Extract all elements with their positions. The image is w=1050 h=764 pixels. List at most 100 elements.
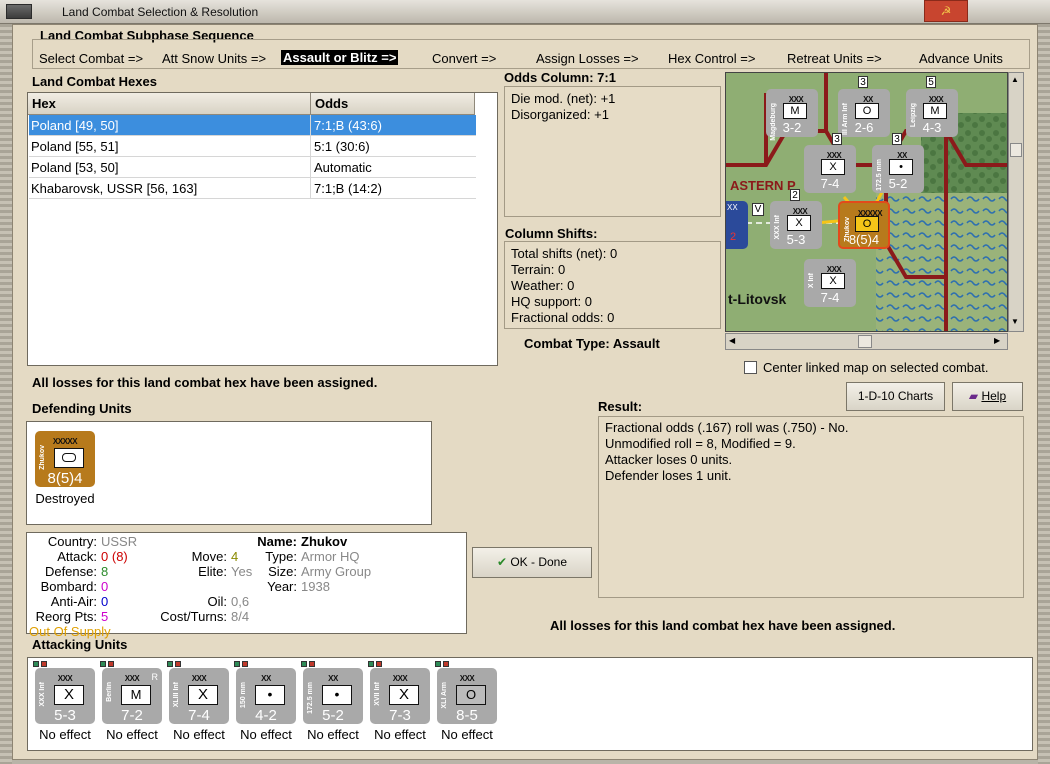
disorganized-text: Disorganized: +1 <box>511 107 609 122</box>
status-indicator <box>435 661 441 667</box>
attacking-unit-counter[interactable]: XX 172.5 mm • 5-2 <box>301 661 363 724</box>
scroll-thumb[interactable] <box>858 335 872 348</box>
status-indicator <box>41 661 47 667</box>
odds-cell: 7:1;B (43:6) <box>314 118 382 133</box>
defense-value: 8 <box>101 564 109 579</box>
unit-symbol: O <box>456 685 486 705</box>
unit-symbol: X <box>54 685 84 705</box>
unit-strength: 2-6 <box>854 120 874 135</box>
linked-map[interactable]: ASTERN P O t-Litovsk XXX Magdeburg M 3-2… <box>725 72 1008 332</box>
unit-strength: 7-4 <box>820 290 840 305</box>
step-select-combat: Select Combat => <box>39 51 144 66</box>
status-indicator <box>309 661 315 667</box>
map-unit-counter[interactable]: XX 172.5 mm • 5-2 <box>872 145 924 193</box>
ok-done-button[interactable]: ✔ OK - Done <box>472 547 592 578</box>
size-key: Size: <box>268 564 297 579</box>
charts-button[interactable]: 1-D-10 Charts <box>846 382 945 411</box>
column-shifts-label: Column Shifts: <box>505 226 598 241</box>
map-unit-counter-selected[interactable]: XXXXX Zhukov O 8(5)4 <box>838 201 890 249</box>
status-indicator <box>108 661 114 667</box>
losses-assigned-message-bottom: All losses for this land combat hex have… <box>550 618 896 633</box>
close-button[interactable]: ☭ <box>924 0 968 22</box>
status-indicator <box>234 661 240 667</box>
status-indicator <box>33 661 39 667</box>
explosion-icon: O <box>855 216 879 232</box>
attacking-unit-counter[interactable]: XXX Berlin R M 7-2 <box>100 661 162 724</box>
step-hex-control: Hex Control => <box>668 51 756 66</box>
map-unit-counter[interactable]: XX III Arm Inf O 2-6 <box>838 89 890 137</box>
attacking-unit-counter[interactable]: XXX XXX Inf X 5-3 <box>33 661 95 724</box>
unit-symbol: X <box>188 685 218 705</box>
step-advance-units: Advance Units <box>919 51 1003 66</box>
scroll-up-icon[interactable]: ▲ <box>1011 75 1019 84</box>
attacking-unit-counter[interactable]: XXX XLIII Inf X 7-4 <box>167 661 229 724</box>
scroll-thumb[interactable] <box>1010 143 1022 157</box>
odds-cell: 5:1 (30:6) <box>314 139 370 154</box>
total-shifts-text: Total shifts (net): 0 <box>511 246 618 261</box>
unit-echelon: XX <box>727 203 738 212</box>
map-unit-counter-edge[interactable]: XX 2 <box>726 201 748 249</box>
defending-unit-counter[interactable]: XXXXX Zhukov 8(5)4 <box>35 431 95 487</box>
unit-name: XLIII Inf <box>173 682 180 708</box>
unit-name: Zhukov <box>39 445 46 470</box>
unit-symbol: X <box>787 215 811 231</box>
country-key: Country: <box>47 534 97 549</box>
ok-done-label: OK - Done <box>510 555 568 569</box>
map-unit-counter[interactable]: XXX Magdeburg M 3-2 <box>766 89 818 141</box>
elite-key: Elite: <box>198 564 227 579</box>
map-unit-counter[interactable]: XXX X 7-4 <box>804 145 856 193</box>
map-horizontal-scrollbar[interactable]: ◀ ▶ <box>725 333 1008 350</box>
oil-key: Oil: <box>207 594 228 609</box>
unit-symbol: O <box>855 103 879 119</box>
hex-table: Hex Odds Poland [49, 50] 7:1;B (43:6) Po… <box>27 92 498 366</box>
result-line: Unmodified roll = 8, Modified = 9. <box>605 436 796 451</box>
attacking-unit-counter[interactable]: XXX XLI Arm O 8-5 <box>435 661 497 724</box>
attacking-unit-counter[interactable]: XX 150 mm • 4-2 <box>234 661 296 724</box>
step-att-snow-units: Att Snow Units => <box>162 51 267 66</box>
scroll-left-icon[interactable]: ◀ <box>729 336 735 345</box>
hammer-sickle-icon: ☭ <box>940 4 952 18</box>
unit-tag: R <box>151 672 159 682</box>
attack-value: 0 (8) <box>101 549 128 564</box>
window-frame-left <box>0 24 12 764</box>
window-title: Land Combat Selection & Resolution <box>62 5 259 19</box>
window-menu-icon[interactable] <box>6 4 32 19</box>
hq-symbol-icon <box>54 448 84 468</box>
map-unit-counter[interactable]: XXX X Inf X 7-4 <box>804 259 856 307</box>
result-box: Fractional odds (.167) roll was (.750) -… <box>598 416 1024 598</box>
unit-name: XLI Arm <box>441 682 448 709</box>
column-header-odds[interactable]: Odds <box>311 93 475 115</box>
size-value: Army Group <box>301 564 372 579</box>
defense-key: Defense: <box>44 564 97 579</box>
table-row[interactable]: Poland [55, 51] 5:1 (30:6) <box>29 136 476 157</box>
center-map-checkbox[interactable] <box>744 361 757 374</box>
table-row[interactable]: Khabarovsk, USSR [56, 163] 7:1;B (14:2) <box>29 178 476 199</box>
table-row[interactable]: Poland [49, 50] 7:1;B (43:6) <box>29 115 476 136</box>
unit-strength: 4-3 <box>922 120 942 135</box>
table-row[interactable]: Poland [53, 50] Automatic <box>29 157 476 178</box>
map-unit-counter[interactable]: XXX XXX Inf X 5-3 <box>770 201 822 249</box>
map-vertical-scrollbar[interactable]: ▲ ▼ <box>1008 72 1024 332</box>
scroll-right-icon[interactable]: ▶ <box>994 336 1000 345</box>
book-icon: ▰ <box>968 389 979 403</box>
step-assault-or-blitz: Assault or Blitz => <box>281 50 399 65</box>
unit-symbol: M <box>923 103 947 119</box>
cost-value: 8/4 <box>231 609 250 624</box>
checkmark-icon: ✔ <box>496 555 507 569</box>
help-button[interactable]: ▰ Help <box>952 382 1023 411</box>
attacking-unit-status: No effect <box>441 727 493 742</box>
unit-symbol: M <box>121 685 151 705</box>
map-unit-counter[interactable]: XXX Leipzig M 4-3 <box>906 89 958 137</box>
scroll-down-icon[interactable]: ▼ <box>1011 317 1019 326</box>
status-indicator <box>175 661 181 667</box>
unit-strength: 5-3 <box>54 707 76 724</box>
unit-strength: 8(5)4 <box>47 470 83 487</box>
cost-key: Cost/Turns: <box>160 609 227 624</box>
attacking-unit-counter[interactable]: XXX XVII Inf X 7-3 <box>368 661 430 724</box>
attacking-unit-status: No effect <box>374 727 426 742</box>
attacking-unit-status: No effect <box>240 727 292 742</box>
year-key: Year: <box>267 579 297 594</box>
column-header-hex[interactable]: Hex <box>28 93 311 115</box>
reorg-key: Reorg Pts: <box>35 609 97 624</box>
step-assign-losses: Assign Losses => <box>536 51 639 66</box>
